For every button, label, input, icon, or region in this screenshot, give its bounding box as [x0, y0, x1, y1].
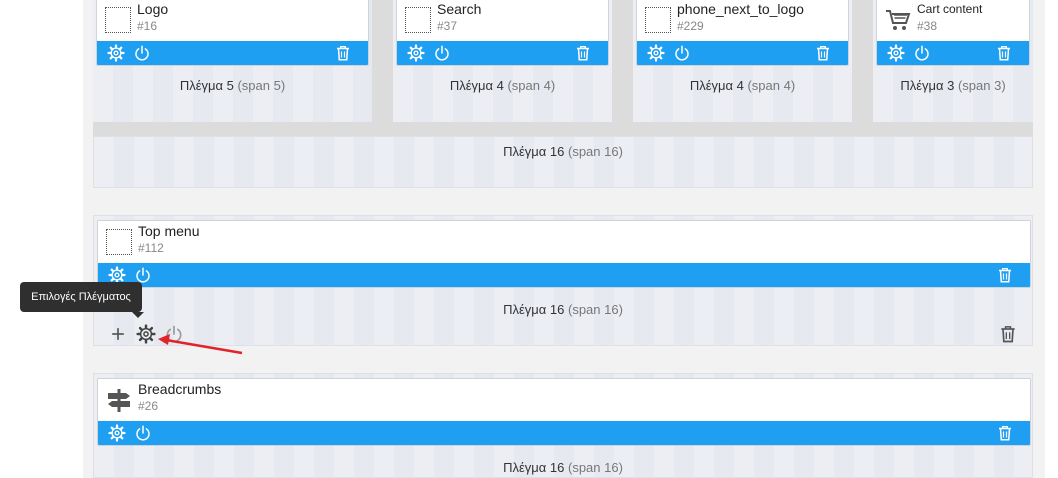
module-name: Search: [437, 1, 482, 17]
module-toolbar: [97, 41, 368, 65]
module-id: #37: [437, 19, 458, 33]
row-footer-grid: Πλέγμα 16 (span 16): [93, 136, 1033, 188]
module-id: #26: [138, 399, 159, 413]
column-logo: Logo #16 Πλέγμα 5 (span 5): [93, 0, 372, 122]
grid-options-tooltip: Επιλογές Πλέγματος: [20, 282, 144, 318]
module-search[interactable]: Search #37: [396, 0, 609, 66]
column-cart: Cart content #38 Πλέγμα 3 (span 3): [873, 0, 1033, 122]
module-name: Top menu: [138, 223, 200, 239]
module-logo[interactable]: Logo #16: [96, 0, 369, 66]
module-phone-next-to-logo[interactable]: phone_next_to_logo #229: [636, 0, 849, 66]
column-label: Πλέγμα 4 (span 4): [689, 78, 796, 93]
gear-icon[interactable]: [887, 44, 905, 62]
power-icon[interactable]: [673, 44, 691, 62]
gear-icon[interactable]: [108, 424, 126, 442]
power-icon[interactable]: [133, 44, 151, 62]
trash-icon[interactable]: [995, 44, 1013, 62]
module-breadcrumbs[interactable]: Breadcrumbs #26: [97, 378, 1031, 446]
module-top-menu[interactable]: Top menu #112: [97, 220, 1031, 288]
module-id: #38: [917, 19, 938, 33]
module-toolbar: [637, 41, 848, 65]
row-top-menu: Top menu #112 Πλέγμα 16 (span 16): [93, 215, 1033, 346]
right-margin: [1045, 0, 1058, 478]
placeholder-icon: [645, 7, 671, 33]
module-toolbar: [98, 263, 1030, 287]
column-label: Πλέγμα 5 (span 5): [179, 78, 286, 93]
column-label: Πλέγμα 16 (span 16): [503, 144, 623, 159]
column-phone: phone_next_to_logo #229 Πλέγμα 4 (span 4…: [633, 0, 852, 122]
column-breadcrumbs: Breadcrumbs #26 Πλέγμα 16 (span 16): [93, 373, 1033, 478]
module-id: #16: [137, 19, 158, 33]
annotation-arrow: [158, 334, 243, 355]
module-cart-content[interactable]: Cart content #38: [876, 0, 1030, 66]
power-icon[interactable]: [134, 424, 152, 442]
power-icon[interactable]: [913, 44, 931, 62]
gear-icon[interactable]: [407, 44, 425, 62]
trash-icon[interactable]: [996, 424, 1014, 442]
module-name: Breadcrumbs: [138, 381, 222, 397]
cart-icon: [885, 7, 911, 33]
add-icon[interactable]: [108, 324, 128, 344]
module-toolbar: [397, 41, 608, 65]
column-label: Πλέγμα 16 (span 16): [503, 460, 623, 475]
row-header: Logo #16 Πλέγμα 5 (span 5) Search #37 Πλ…: [93, 0, 1033, 188]
gear-icon[interactable]: [107, 44, 125, 62]
placeholder-icon: [405, 7, 431, 33]
module-id: #229: [677, 19, 704, 33]
column-label: Πλέγμα 4 (span 4): [449, 78, 556, 93]
signpost-icon: [106, 387, 132, 413]
column-label: Πλέγμα 3 (span 3): [900, 78, 1006, 93]
placeholder-icon: [106, 229, 132, 255]
gear-icon[interactable]: [647, 44, 665, 62]
trash-icon[interactable]: [334, 44, 352, 62]
module-id: #112: [138, 241, 164, 255]
power-icon[interactable]: [433, 44, 451, 62]
left-margin: [0, 0, 83, 478]
layout-canvas: Logo #16 Πλέγμα 5 (span 5) Search #37 Πλ…: [83, 0, 1045, 478]
placeholder-icon: [105, 7, 131, 33]
column-search: Search #37 Πλέγμα 4 (span 4): [393, 0, 612, 122]
module-name: Logo: [137, 1, 169, 17]
trash-icon[interactable]: [814, 44, 832, 62]
row-breadcrumbs: Breadcrumbs #26 Πλέγμα 16 (span 16): [93, 373, 1033, 478]
module-toolbar: [98, 421, 1030, 445]
column-top-menu: Top menu #112 Πλέγμα 16 (span 16): [93, 215, 1033, 346]
module-name: Cart content: [917, 2, 983, 16]
trash-icon[interactable]: [996, 266, 1014, 284]
column-label: Πλέγμα 16 (span 16): [503, 302, 623, 317]
trash-icon[interactable]: [574, 44, 592, 62]
trash-icon[interactable]: [998, 324, 1018, 344]
module-toolbar: [877, 41, 1029, 65]
module-name: phone_next_to_logo: [677, 1, 804, 17]
